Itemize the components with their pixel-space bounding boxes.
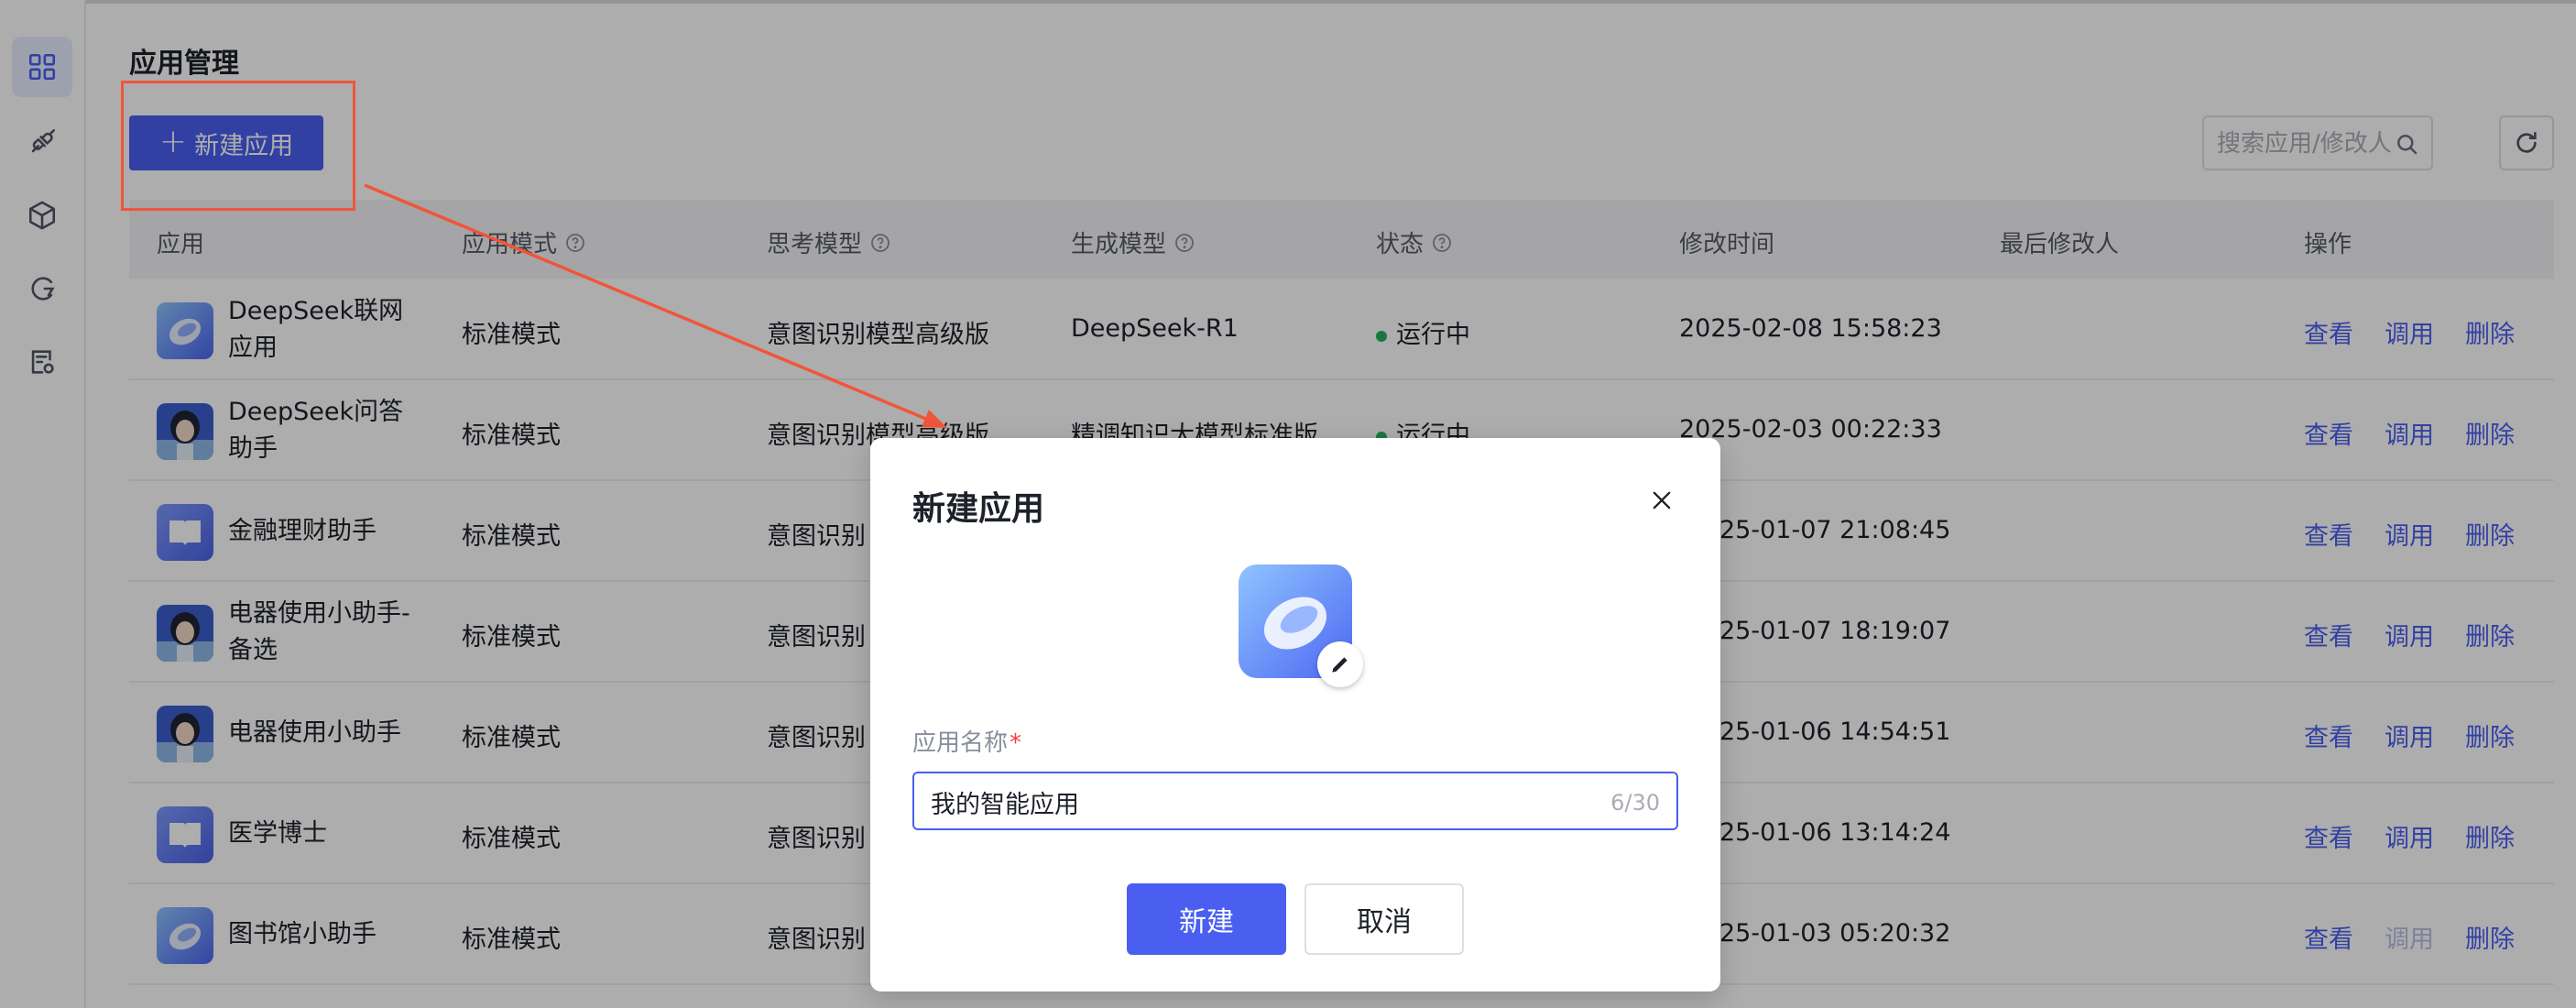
app-name-input[interactable]: [931, 784, 1554, 819]
app-name-field[interactable]: 6/30: [912, 772, 1678, 830]
dialog-title: 新建应用: [912, 490, 1045, 528]
new-app-dialog: 新建应用 应用名称* 6/30 新建 取消: [870, 438, 1720, 992]
close-icon: [1653, 491, 1671, 509]
pencil-icon: [1332, 657, 1348, 673]
edit-icon-button[interactable]: [1317, 641, 1363, 687]
char-counter: 6/30: [1610, 790, 1660, 816]
create-button[interactable]: 新建: [1127, 883, 1286, 955]
cancel-button[interactable]: 取消: [1304, 883, 1464, 955]
close-button[interactable]: [1645, 484, 1678, 517]
required-mark: *: [1010, 729, 1022, 757]
app-name-label: 应用名称*: [912, 729, 1022, 757]
annotation-highlight-box: [121, 81, 355, 211]
